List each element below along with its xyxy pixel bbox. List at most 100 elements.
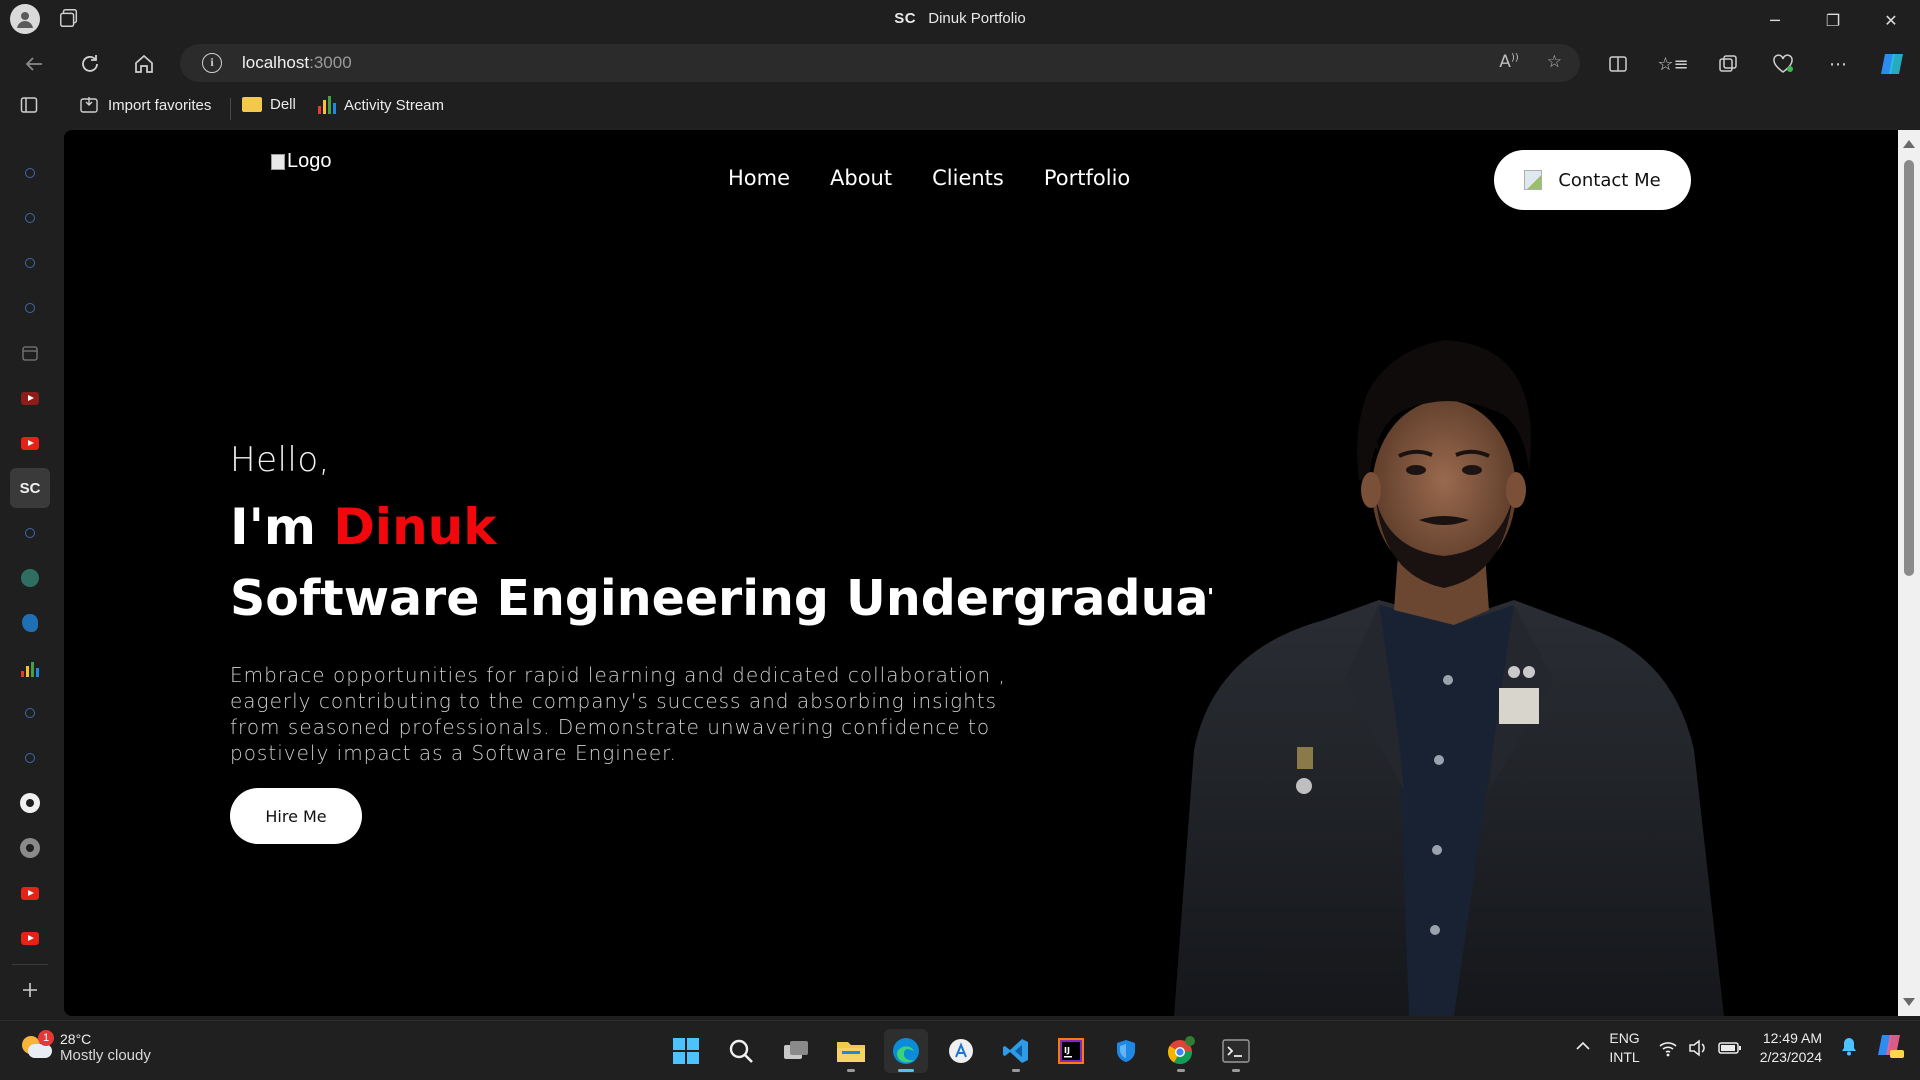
tab-search-5[interactable] — [10, 513, 50, 553]
close-button[interactable]: ✕ — [1862, 0, 1920, 40]
edge-app[interactable] — [884, 1029, 928, 1073]
browser-toolbar: i localhost:3000 A)) ☆ ☆≡ ⋯ — [0, 40, 1920, 86]
task-view-button[interactable] — [774, 1029, 818, 1073]
start-button[interactable] — [664, 1029, 708, 1073]
read-aloud-icon[interactable]: A)) — [1499, 52, 1518, 72]
openai-icon — [21, 569, 39, 587]
scroll-up-icon[interactable] — [1903, 140, 1915, 148]
minimize-button[interactable]: ─ — [1746, 0, 1804, 40]
tab-youtube-1[interactable] — [10, 378, 50, 418]
import-favorites-link[interactable]: Import favorites — [80, 96, 211, 114]
tab-edge-page[interactable] — [10, 603, 50, 643]
new-tab-button[interactable] — [10, 970, 50, 1010]
workspaces-icon[interactable] — [58, 7, 82, 31]
hero-role-container: Software Engineering Undergraduate — [230, 570, 1212, 627]
tab-title: Dinuk Portfolio — [928, 10, 1026, 27]
tab-search-7[interactable] — [10, 738, 50, 778]
tab-github-1[interactable] — [10, 783, 50, 823]
chrome-app[interactable] — [1159, 1029, 1203, 1073]
file-explorer-app[interactable] — [829, 1029, 873, 1073]
favorites-bar: Import favorites Dell Activity Stream — [0, 86, 1920, 130]
favorite-star-icon[interactable]: ☆ — [1547, 52, 1562, 72]
search-icon — [25, 303, 35, 313]
windows-taskbar: 1 28°C Mostly cloudy IJ ENG INTL 12:49 A… — [0, 1020, 1920, 1080]
tab-search-1[interactable] — [10, 153, 50, 193]
weather-icon: 1 — [20, 1029, 54, 1062]
clock[interactable]: 12:49 AM 2/23/2024 — [1760, 1029, 1822, 1067]
import-icon — [80, 97, 98, 113]
nav-about[interactable]: About — [830, 166, 892, 190]
hire-me-button[interactable]: Hire Me — [230, 788, 362, 844]
search-button[interactable] — [719, 1029, 763, 1073]
edge-icon — [22, 614, 38, 632]
copilot-preview-icon[interactable] — [1876, 1032, 1906, 1065]
refresh-icon[interactable] — [72, 46, 108, 82]
tab-github-2[interactable] — [10, 828, 50, 868]
defender-app[interactable] — [1104, 1029, 1148, 1073]
youtube-icon — [21, 886, 39, 900]
app-store-app[interactable] — [939, 1029, 983, 1073]
nav-home[interactable]: Home — [728, 166, 790, 190]
page-viewport: Logo Home About Clients Portfolio Contac… — [64, 130, 1898, 1016]
search-icon — [25, 258, 35, 268]
scrollbar-thumb[interactable] — [1904, 160, 1914, 576]
more-options-icon[interactable]: ⋯ — [1820, 46, 1856, 82]
split-screen-icon[interactable] — [1600, 46, 1636, 82]
show-hidden-icons[interactable] — [1575, 1038, 1591, 1059]
tab-dinuk-portfolio[interactable]: SC — [10, 468, 50, 508]
search-icon — [25, 168, 35, 178]
home-icon[interactable] — [126, 46, 162, 82]
temperature: 28°C — [60, 1031, 92, 1047]
site-logo[interactable]: Logo — [271, 150, 332, 173]
tab-youtube-3[interactable] — [10, 873, 50, 913]
browser-essentials-icon[interactable] — [1765, 46, 1801, 82]
tab-search-4[interactable] — [10, 288, 50, 328]
tab-favicon: SC — [894, 10, 917, 27]
nav-portfolio[interactable]: Portfolio — [1044, 166, 1130, 190]
activity-stream-link[interactable]: Activity Stream — [318, 96, 444, 114]
tab-chatgpt[interactable] — [10, 558, 50, 598]
address-bar[interactable]: i localhost:3000 A)) ☆ — [180, 44, 1580, 82]
tab-youtube-4[interactable] — [10, 918, 50, 958]
window-title-bar: SC Dinuk Portfolio ─ ❐ ✕ — [0, 0, 1920, 40]
hero-name: Dinuk — [333, 498, 497, 556]
tab-search-3[interactable] — [10, 243, 50, 283]
page-scrollbar[interactable] — [1898, 130, 1920, 1016]
weather-widget[interactable]: 1 28°C Mostly cloudy — [20, 1029, 151, 1064]
scroll-down-icon[interactable] — [1903, 998, 1915, 1006]
collections-icon[interactable] — [1710, 46, 1746, 82]
copilot-icon[interactable] — [1875, 46, 1911, 82]
site-info-icon[interactable]: i — [202, 53, 222, 73]
vscode-app[interactable] — [994, 1029, 1038, 1073]
wifi-icon — [1659, 1042, 1677, 1057]
contact-me-button[interactable]: Contact Me — [1494, 150, 1691, 210]
tab-search-2[interactable] — [10, 198, 50, 238]
back-icon[interactable] — [16, 46, 52, 82]
nav-clients[interactable]: Clients — [932, 166, 1004, 190]
youtube-icon — [21, 436, 39, 450]
terminal-app[interactable] — [1214, 1029, 1258, 1073]
quick-settings[interactable] — [1658, 1039, 1742, 1057]
dell-folder[interactable]: Dell — [242, 96, 296, 113]
github-icon — [20, 838, 40, 858]
profile-avatar-icon[interactable] — [10, 4, 40, 34]
tab-calendar[interactable] — [10, 333, 50, 373]
notifications-bell-icon[interactable] — [1840, 1036, 1858, 1061]
windows-start-icon — [673, 1038, 699, 1064]
favorites-icon[interactable]: ☆≡ — [1655, 46, 1691, 82]
shield-icon — [1117, 1040, 1135, 1062]
restore-button[interactable]: ❐ — [1804, 0, 1862, 40]
tab-youtube-2[interactable] — [10, 423, 50, 463]
tab-search-6[interactable] — [10, 693, 50, 733]
activity-stream-icon — [318, 96, 336, 114]
profile-photo — [1174, 340, 1724, 1016]
intellij-app[interactable]: IJ — [1049, 1029, 1093, 1073]
task-view-icon — [784, 1041, 808, 1059]
window-title: SC Dinuk Portfolio — [0, 10, 1920, 27]
intellij-icon: IJ — [1058, 1038, 1084, 1064]
tab-activity[interactable] — [10, 648, 50, 688]
language-indicator[interactable]: ENG INTL — [1609, 1029, 1639, 1067]
url-text[interactable]: localhost:3000 — [242, 53, 352, 73]
system-tray: ENG INTL 12:49 AM 2/23/2024 — [1575, 1029, 1906, 1067]
chrome-icon — [1167, 1036, 1195, 1065]
